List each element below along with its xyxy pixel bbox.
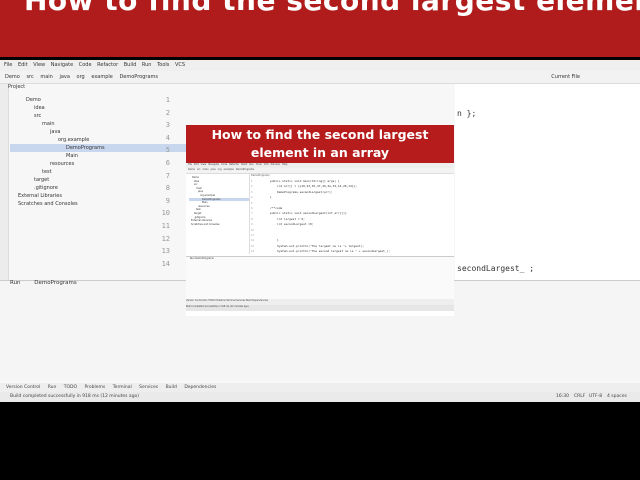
tab-terminal[interactable]: Terminal <box>113 385 132 390</box>
menu-run[interactable]: Run <box>142 62 152 68</box>
bg-line-numbers: 1 2 3 4 5 6 7 8 9 10 11 12 13 14 <box>161 96 170 268</box>
crumb-demoprograms[interactable]: DemoPrograms <box>119 74 158 80</box>
status-indent[interactable]: 4 spaces <box>607 394 627 399</box>
crumb-demo[interactable]: Demo <box>5 74 20 80</box>
tab-services[interactable]: Services <box>139 385 158 390</box>
tab-todo[interactable]: TODO <box>64 385 77 390</box>
menu-vcs[interactable]: VCS <box>175 62 185 68</box>
ide-screenshot-thumbnail: File Edit View Navigate Code Refactor Build Run… <box>186 163 454 316</box>
menu-edit[interactable]: Edit <box>18 62 28 68</box>
status-encoding[interactable]: UTF-8 <box>589 394 602 399</box>
run-tab[interactable]: DemoPrograms <box>34 280 76 286</box>
tab-problems[interactable]: Problems <box>85 385 106 390</box>
code-line: System.out.println("The second largest n… <box>270 249 391 254</box>
top-title-banner: How to find the second largest element i… <box>0 0 640 57</box>
crumb-src[interactable]: src <box>26 74 33 80</box>
tab-dependencies[interactable]: Dependencies <box>184 385 216 390</box>
mini-divider <box>249 174 250 254</box>
breadcrumb: Demo src main java org example DemoProgr… <box>0 71 640 84</box>
menu-bar: File Edit View Navigate Code Refactor Bu… <box>0 60 640 71</box>
menu-tools[interactable]: Tools <box>157 62 169 68</box>
menu-view[interactable]: View <box>33 62 45 68</box>
crumb-java[interactable]: java <box>59 74 69 80</box>
tab-run[interactable]: Run <box>48 385 57 390</box>
menu-code[interactable]: Code <box>79 62 92 68</box>
bg-editor-right: n }; secondLargest_ ; <box>455 84 640 284</box>
menu-file[interactable]: File <box>4 62 12 68</box>
crumb-example[interactable]: example <box>91 74 113 80</box>
menu-navigate[interactable]: Navigate <box>51 62 73 68</box>
bg-code-bottom: secondLargest_ ; <box>457 264 535 273</box>
crumb-main[interactable]: main <box>40 74 53 80</box>
title-banner: How to find the second largest element i… <box>186 125 454 163</box>
tab-version-control[interactable]: Version Control <box>6 385 40 390</box>
mini-editor-tabs: DemoPrograms <box>251 174 270 177</box>
status-position[interactable]: 16:30 <box>556 394 569 399</box>
status-bar: Build completed successfully in 918 ms (… <box>0 392 640 402</box>
bottom-tool-tabs: Version Control Run TODO Problems Termin… <box>0 383 640 392</box>
status-line-sep[interactable]: CRLF <box>574 394 585 399</box>
run-panel-header: Run DemoPrograms <box>10 280 77 286</box>
code-editor[interactable]: public static void main(String[] args) {… <box>270 179 450 254</box>
project-panel-header[interactable]: Project <box>8 84 186 94</box>
status-message: Build completed successfully in 918 ms (… <box>10 394 140 399</box>
mini-run-panel <box>186 256 454 302</box>
mini-project-tree: Demo idea src main java org.example Demo… <box>189 176 249 226</box>
menu-refactor[interactable]: Refactor <box>97 62 118 68</box>
mini-run-header: Run DemoPrograms <box>190 257 214 260</box>
tab-build[interactable]: Build <box>166 385 177 390</box>
crumb-org[interactable]: org <box>77 74 85 80</box>
mini-status-bar: Build completed successfully in 918 ms (… <box>186 305 454 311</box>
run-label[interactable]: Run <box>10 280 21 286</box>
menu-build[interactable]: Build <box>124 62 137 68</box>
top-banner-text: How to find the second largest element i… <box>24 0 640 17</box>
mini-line-numbers: 1 2 3 4 5 6 7 8 9 10 11 12 13 14 <box>251 180 255 254</box>
bg-code-top: n }; <box>457 109 477 118</box>
run-config-select[interactable]: Current File <box>551 74 580 80</box>
